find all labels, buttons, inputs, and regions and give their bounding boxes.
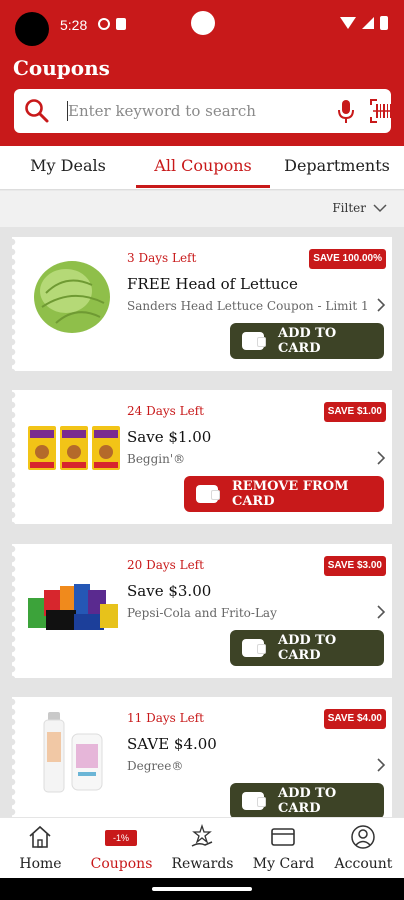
coupon-card[interactable]: 24 Days Left SAVE $1.00 Save $1.00 Beggi… xyxy=(12,390,392,524)
barcode-scanner-icon[interactable] xyxy=(370,99,398,123)
coupon-title: SAVE $4.00 xyxy=(127,735,217,753)
coupon-tag-icon: -1% xyxy=(105,830,137,846)
wallet-icon xyxy=(242,639,266,657)
save-badge: SAVE $1.00 xyxy=(323,402,386,422)
nav-my-card-label: My Card xyxy=(252,856,315,872)
nav-home-label: Home xyxy=(19,856,62,872)
coupon-title: FREE Head of Lettuce xyxy=(127,275,298,293)
add-to-card-label: ADD TO CARD xyxy=(278,786,337,816)
camera-cutout xyxy=(15,12,49,46)
coupon-description: Degree® xyxy=(127,759,184,773)
home-indicator[interactable] xyxy=(152,887,252,891)
add-to-card-label: ADD TO CARD xyxy=(278,633,337,663)
bottom-navigation: Home -1% Coupons Rewards My Card Account xyxy=(0,817,404,878)
microphone-icon[interactable] xyxy=(336,99,356,125)
coupon-tabs: My Deals All Coupons Departments xyxy=(0,146,404,190)
beggin-treats-image xyxy=(28,426,120,470)
nav-rewards[interactable]: Rewards xyxy=(162,818,243,879)
coupon-title: Save $3.00 xyxy=(127,582,212,600)
save-badge: SAVE $3.00 xyxy=(323,556,386,576)
chevron-right-icon[interactable] xyxy=(376,450,386,466)
nav-account[interactable]: Account xyxy=(323,818,404,879)
wallet-icon xyxy=(242,332,266,350)
nav-account-label: Account xyxy=(334,856,393,872)
person-icon xyxy=(351,825,375,849)
front-camera-icon xyxy=(191,11,215,35)
wallet-icon xyxy=(196,485,220,503)
gesture-bar xyxy=(0,878,404,900)
star-hand-icon xyxy=(191,824,213,847)
perforated-edge xyxy=(12,697,18,817)
filter-button[interactable]: Filter xyxy=(332,201,366,215)
save-badge: SAVE 100.00% xyxy=(309,249,386,269)
lettuce-image xyxy=(34,261,110,333)
add-to-card-button[interactable]: ADD TO CARD xyxy=(230,783,384,817)
status-indicators xyxy=(340,16,388,30)
status-time: 5:28 xyxy=(60,17,88,33)
days-left: 3 Days Left xyxy=(127,251,197,265)
nav-coupons[interactable]: -1% Coupons xyxy=(81,818,162,879)
status-bar: 5:28 xyxy=(0,0,404,50)
days-left: 11 Days Left xyxy=(127,711,204,725)
coupon-card[interactable]: 3 Days Left SAVE 100.00% FREE Head of Le… xyxy=(12,237,392,371)
days-left: 24 Days Left xyxy=(127,404,204,418)
chevron-right-icon[interactable] xyxy=(376,757,386,773)
filter-bar: Filter xyxy=(0,191,404,227)
tab-all-coupons[interactable]: All Coupons xyxy=(136,146,270,190)
nav-home[interactable]: Home xyxy=(0,818,81,879)
wallet-icon xyxy=(242,792,266,810)
house-icon xyxy=(29,825,51,848)
battery-icon xyxy=(380,16,388,30)
sim-card-icon xyxy=(116,18,126,30)
chevron-right-icon[interactable] xyxy=(376,604,386,620)
tab-departments[interactable]: Departments xyxy=(270,146,404,190)
add-to-card-label: ADD TO CARD xyxy=(278,326,337,356)
coupon-card[interactable]: 11 Days Left SAVE $4.00 SAVE $4.00 Degre… xyxy=(12,697,392,817)
perforated-edge xyxy=(12,237,18,371)
save-badge: SAVE $4.00 xyxy=(323,709,386,729)
coupon-description: Pepsi-Cola and Frito-Lay xyxy=(127,606,277,620)
chevron-down-icon[interactable] xyxy=(372,201,388,215)
wifi-icon xyxy=(340,17,356,29)
nav-my-card[interactable]: My Card xyxy=(243,818,324,879)
days-left: 20 Days Left xyxy=(127,558,204,572)
remove-from-card-button[interactable]: REMOVE FROM CARD xyxy=(184,476,384,512)
coupon-description: Beggin'® xyxy=(127,452,186,466)
degree-deodorant-image xyxy=(43,712,103,793)
coupon-title: Save $1.00 xyxy=(127,428,212,446)
perforated-edge xyxy=(12,390,18,524)
do-not-disturb-icon xyxy=(98,18,110,30)
add-to-card-button[interactable]: ADD TO CARD xyxy=(230,630,384,666)
tab-my-deals[interactable]: My Deals xyxy=(0,146,136,190)
add-to-card-button[interactable]: ADD TO CARD xyxy=(230,323,384,359)
nav-coupons-label: Coupons xyxy=(90,856,153,872)
coupon-card[interactable]: 20 Days Left SAVE $3.00 Save $3.00 Pepsi… xyxy=(12,544,392,678)
coupon-list[interactable]: 3 Days Left SAVE 100.00% FREE Head of Le… xyxy=(0,227,404,817)
signal-icon xyxy=(362,17,374,29)
search-bar[interactable] xyxy=(14,89,398,133)
card-icon xyxy=(271,828,295,846)
coupon-description: Sanders Head Lettuce Coupon - Limit 1 xyxy=(127,299,367,313)
chevron-right-icon[interactable] xyxy=(376,297,386,313)
remove-from-card-label: REMOVE FROM CARD xyxy=(232,479,349,509)
perforated-edge xyxy=(12,544,18,678)
app-header: 5:28 Coupons xyxy=(0,0,404,146)
pepsi-fritolay-image xyxy=(28,584,118,630)
page-title: Coupons xyxy=(13,56,110,80)
nav-rewards-label: Rewards xyxy=(171,856,234,872)
search-icon[interactable] xyxy=(24,98,50,124)
search-input[interactable] xyxy=(68,97,328,125)
